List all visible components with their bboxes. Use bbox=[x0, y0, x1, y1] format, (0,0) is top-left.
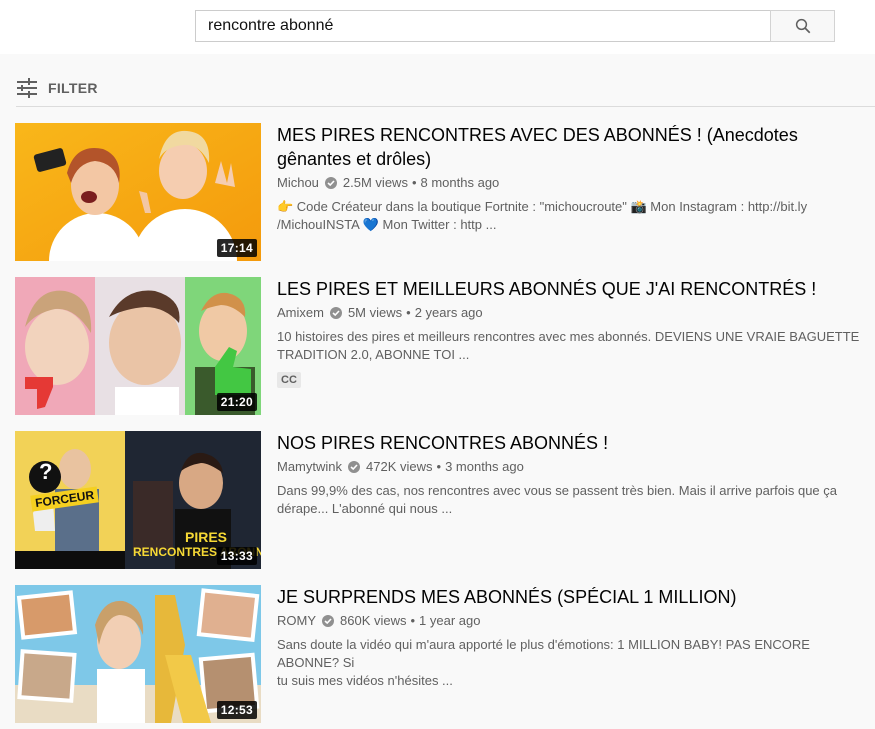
video-meta: ROMY 860K views • 1 year ago bbox=[277, 613, 867, 628]
verified-icon bbox=[348, 460, 361, 473]
video-description: Sans doute la vidéo qui m'aura apporté l… bbox=[277, 636, 867, 690]
channel-name[interactable]: Amixem bbox=[277, 305, 324, 320]
description-line: dérape... L'abonné qui nous ... bbox=[277, 501, 453, 516]
search-box[interactable] bbox=[195, 10, 771, 42]
verified-icon bbox=[329, 306, 342, 319]
video-info: MES PIRES RENCONTRES AVEC DES ABONNÉS ! … bbox=[277, 123, 867, 277]
video-thumbnail[interactable]: 12:53 bbox=[15, 585, 261, 723]
description-line: 👉 Code Créateur dans la boutique Fortnit… bbox=[277, 199, 808, 214]
upload-age: 3 months ago bbox=[445, 459, 524, 474]
description-line: tu suis mes vidéos n'hésites ... bbox=[277, 673, 453, 688]
description-line: /MichouINSTA 💙 Mon Twitter : http ... bbox=[277, 217, 497, 232]
view-count: 472K views bbox=[366, 459, 433, 474]
upload-age: 8 months ago bbox=[420, 175, 500, 190]
video-result[interactable]: 17:14 MES PIRES RENCONTRES AVEC DES ABON… bbox=[15, 123, 875, 277]
video-duration: 17:14 bbox=[216, 239, 257, 257]
video-thumbnail[interactable]: 17:14 bbox=[15, 123, 261, 261]
video-title-line[interactable]: JE SURPRENDS MES ABONNÉS (SPÉCIAL 1 MILL… bbox=[277, 585, 867, 609]
video-title-line[interactable]: LES PIRES ET MEILLEURS ABONNÉS QUE J'AI … bbox=[277, 277, 867, 301]
view-count: 2.5M views bbox=[342, 175, 408, 190]
meta-separator: • bbox=[410, 613, 416, 628]
video-result[interactable]: 12:53 JE SURPRENDS MES ABONNÉS (SPÉCIAL … bbox=[15, 585, 875, 729]
video-title[interactable]: JE SURPRENDS MES ABONNÉS (SPÉCIAL 1 MILL… bbox=[277, 585, 867, 609]
video-thumbnail[interactable]: ? FORCEUR PIRES RENCONTRES ABONNÉS 13:33 bbox=[15, 431, 261, 569]
filter-label: FILTER bbox=[48, 80, 98, 96]
video-title-line[interactable]: NOS PIRES RENCONTRES ABONNÉS ! bbox=[277, 431, 867, 455]
video-meta: Amixem 5M views • 2 years ago bbox=[277, 305, 867, 320]
upload-age: 2 years ago bbox=[414, 305, 483, 320]
video-meta: Mamytwink 472K views • 3 months ago bbox=[277, 459, 867, 474]
view-count: 860K views bbox=[340, 613, 407, 628]
video-title-line[interactable]: MES PIRES RENCONTRES AVEC DES ABONNÉS ! … bbox=[277, 123, 867, 147]
video-result[interactable]: ? FORCEUR PIRES RENCONTRES ABONNÉS 13:33… bbox=[15, 431, 875, 585]
video-duration: 21:20 bbox=[216, 393, 257, 411]
channel-name[interactable]: Michou bbox=[277, 175, 319, 190]
meta-separator: • bbox=[436, 459, 442, 474]
description-line: 10 histoires des pires et meilleurs renc… bbox=[277, 329, 860, 344]
divider bbox=[16, 106, 875, 107]
filter-button[interactable]: FILTER bbox=[16, 76, 98, 100]
video-info: NOS PIRES RENCONTRES ABONNÉS ! Mamytwink… bbox=[277, 431, 867, 585]
channel-name[interactable]: ROMY bbox=[277, 613, 316, 628]
search-input[interactable] bbox=[208, 17, 771, 35]
search-button[interactable] bbox=[770, 10, 835, 42]
meta-separator: • bbox=[411, 175, 417, 190]
channel-name[interactable]: Mamytwink bbox=[277, 459, 342, 474]
meta-separator: • bbox=[406, 305, 411, 320]
description-line: TRADITION 2.0, ABONNE TOI ... bbox=[277, 347, 470, 362]
results-list: 17:14 MES PIRES RENCONTRES AVEC DES ABON… bbox=[15, 123, 875, 729]
video-duration: 13:33 bbox=[216, 547, 257, 565]
view-count: 5M views bbox=[347, 305, 403, 320]
video-title-line[interactable]: gênantes et drôles) bbox=[277, 147, 867, 171]
video-title[interactable]: NOS PIRES RENCONTRES ABONNÉS ! bbox=[277, 431, 867, 455]
video-description: 10 histoires des pires et meilleurs renc… bbox=[277, 328, 867, 364]
description-line: Dans 99,9% des cas, nos rencontres avec … bbox=[277, 483, 838, 498]
thumbnail-label-pires: PIRES bbox=[185, 529, 228, 545]
verified-icon bbox=[324, 176, 337, 189]
video-description: Dans 99,9% des cas, nos rencontres avec … bbox=[277, 482, 867, 518]
closed-captions-badge: CC bbox=[277, 372, 301, 388]
video-meta: Michou 2.5M views • 8 months ago bbox=[277, 175, 867, 190]
video-info: LES PIRES ET MEILLEURS ABONNÉS QUE J'AI … bbox=[277, 277, 867, 431]
filter-sliders-icon bbox=[17, 78, 37, 98]
description-line: Sans doute la vidéo qui m'aura apporté l… bbox=[277, 637, 810, 670]
thumbnail-question-mark: ? bbox=[39, 459, 53, 484]
video-title[interactable]: MES PIRES RENCONTRES AVEC DES ABONNÉS ! … bbox=[277, 123, 867, 171]
top-bar bbox=[0, 0, 875, 54]
video-thumbnail[interactable]: 21:20 bbox=[15, 277, 261, 415]
video-description: 👉 Code Créateur dans la boutique Fortnit… bbox=[277, 198, 867, 234]
video-title[interactable]: LES PIRES ET MEILLEURS ABONNÉS QUE J'AI … bbox=[277, 277, 867, 301]
video-result[interactable]: 21:20 LES PIRES ET MEILLEURS ABONNÉS QUE… bbox=[15, 277, 875, 431]
search-icon bbox=[795, 18, 810, 34]
video-info: JE SURPRENDS MES ABONNÉS (SPÉCIAL 1 MILL… bbox=[277, 585, 867, 729]
video-duration: 12:53 bbox=[216, 701, 257, 719]
upload-age: 1 year ago bbox=[419, 613, 481, 628]
verified-icon bbox=[322, 614, 334, 627]
